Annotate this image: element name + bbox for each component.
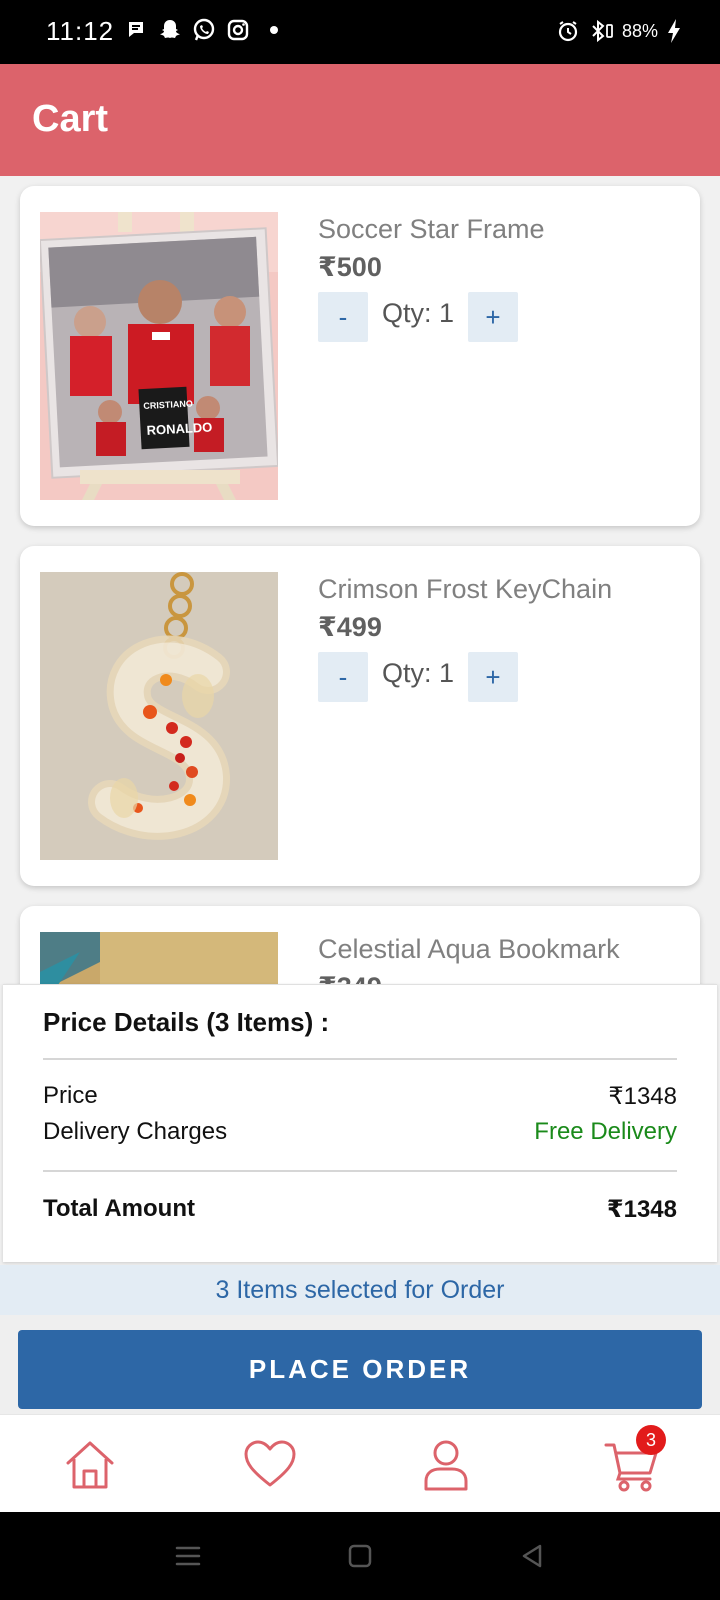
divider [43,1058,677,1060]
price-value: ₹1348 [608,1083,677,1110]
whatsapp-icon [193,18,215,41]
nav-cart[interactable]: 3 [604,1425,666,1493]
cart-list[interactable]: CRISTIANO RONALDO Soccer Star Frame ₹500… [0,176,720,984]
status-system-icons: 88% [556,18,682,44]
heart-icon [244,1440,296,1487]
nav-wishlist[interactable] [242,1437,298,1493]
place-order-button[interactable]: PLACE ORDER [18,1330,702,1409]
page-title: Cart [32,98,109,140]
product-name[interactable]: Celestial Aqua Bookmark [318,934,620,965]
qty-label: Qty: 1 [382,658,455,688]
cart-item-card[interactable]: Celestial Aqua Bookmark ₹349 [20,906,700,984]
product-name[interactable]: Crimson Frost KeyChain [318,574,612,605]
charging-icon [668,19,680,43]
delivery-value: Free Delivery [534,1118,677,1145]
qty-label: Qty: 1 [382,298,455,328]
system-nav-bar [0,1512,720,1600]
divider [43,1170,677,1172]
home-icon [66,1441,114,1489]
app-bar: Cart [0,64,720,176]
nav-profile[interactable] [418,1437,474,1493]
qty-decrease-button[interactable]: - [318,292,368,342]
delivery-label: Delivery Charges [43,1118,228,1145]
product-price: ₹499 [318,612,382,642]
recents-menu-icon[interactable] [174,1542,202,1570]
items-selected-banner: 3 Items selected for Order [0,1265,720,1315]
total-label: Total Amount [43,1195,195,1222]
delivery-row: Delivery Charges Free Delivery [43,1118,677,1146]
status-notification-icons [126,18,280,42]
message-icon [129,22,143,37]
user-icon [424,1440,468,1491]
product-image-keychain[interactable] [40,572,278,860]
product-image-soccer-frame[interactable]: CRISTIANO RONALDO [40,212,278,500]
qty-increase-button[interactable]: + [468,652,518,702]
product-price: ₹500 [318,252,382,282]
nav-home[interactable] [62,1437,118,1493]
total-row: Total Amount ₹1348 [43,1195,677,1224]
price-row: Price ₹1348 [43,1082,677,1111]
alarm-icon [558,21,578,42]
bluetooth-icon [592,19,613,43]
price-label: Price [43,1082,98,1109]
total-value: ₹1348 [606,1196,677,1223]
price-details-panel: Price Details (3 Items) : Price ₹1348 De… [3,984,717,1262]
snapchat-icon [160,20,180,38]
bottom-nav: 3 [0,1414,720,1512]
qty-increase-button[interactable]: + [468,292,518,342]
price-details-title: Price Details (3 Items) : [43,1007,330,1037]
product-name[interactable]: Soccer Star Frame [318,214,545,245]
product-image-bookmark[interactable] [40,932,278,984]
cart-item-card[interactable]: Crimson Frost KeyChain ₹499 - Qty: 1 + [20,546,700,886]
cart-item-card[interactable]: CRISTIANO RONALDO Soccer Star Frame ₹500… [20,186,700,526]
cart-count-badge: 3 [636,1425,666,1455]
instagram-icon [227,19,249,41]
product-price: ₹349 [318,972,382,984]
back-triangle-icon[interactable] [518,1542,546,1570]
qty-decrease-button[interactable]: - [318,652,368,702]
status-bar: 11:12 88% [0,0,720,64]
battery-percent: 88% [621,20,658,41]
dot-icon [270,26,278,34]
status-time: 11:12 [46,16,115,46]
home-square-icon[interactable] [346,1542,374,1570]
